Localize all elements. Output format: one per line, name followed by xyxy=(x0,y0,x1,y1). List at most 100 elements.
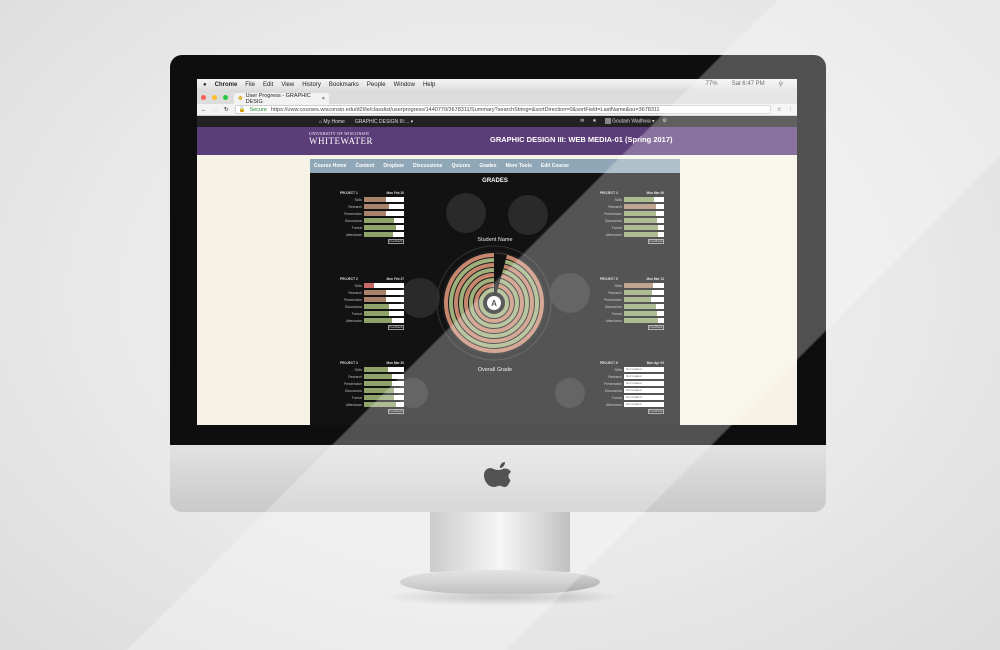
criterion-label: Presentation xyxy=(344,297,362,302)
criterion-label: Skills xyxy=(354,283,362,288)
url-field[interactable]: 🔒 Secure https://uww.courses.wisconsin.e… xyxy=(234,105,771,114)
criterion-row: Skills xyxy=(340,196,404,203)
criterion-row: Presentation xyxy=(600,296,664,303)
menu-edit[interactable]: Edit xyxy=(263,82,273,88)
criterion-label: Format xyxy=(351,225,362,230)
menu-history[interactable]: History xyxy=(302,82,321,88)
favicon-icon: ✽ xyxy=(238,95,243,102)
project-header: PROJECT 5 Mon Mar 13 xyxy=(600,277,664,281)
criterion-row: Research Not Graded xyxy=(600,373,664,380)
menu-chrome[interactable]: Chrome xyxy=(215,82,238,88)
gear-icon[interactable]: ⚙ xyxy=(663,118,667,124)
score-bar xyxy=(624,297,664,302)
user-menu[interactable]: Goutam Wadhwa ▾ xyxy=(604,118,655,125)
project-card: PROJECT 3 Mon Mar 20 Skills Research Present… xyxy=(340,361,404,414)
menu-view[interactable]: View xyxy=(281,82,294,88)
criterion-row: Attendance Not Graded xyxy=(600,401,664,408)
course-selector[interactable]: GRAPHIC DESIGN III:... ▾ xyxy=(355,119,413,125)
project-title: PROJECT 5 xyxy=(600,277,618,281)
menu-window[interactable]: Window xyxy=(394,82,415,88)
clock: Sat 6:47 PM xyxy=(731,81,765,87)
criterion-row: Attendance xyxy=(340,231,404,238)
reload-icon[interactable]: ↻ xyxy=(224,107,229,113)
minimize-window-icon[interactable] xyxy=(212,95,217,100)
course-navbar: Course Home Content Dropbox Discussions … xyxy=(310,159,680,173)
criterion-label: Presentation xyxy=(604,381,622,386)
criterion-row: Discussions xyxy=(340,303,404,310)
url-text: https://uww.courses.wisconsin.edu/d2l/le… xyxy=(270,106,660,113)
nav-quizzes[interactable]: Quizzes xyxy=(451,163,470,169)
menu-people[interactable]: People xyxy=(367,82,386,88)
nav-more-tools[interactable]: More Tools xyxy=(506,163,532,169)
secure-label: Secure xyxy=(249,106,267,113)
score-bar: Not Graded xyxy=(624,402,664,407)
project-header: PROJECT 2 Mon Feb 27 xyxy=(340,277,404,281)
nav-edit-course[interactable]: Edit Course xyxy=(541,163,569,169)
browser-tab[interactable]: ✽ User Progress - GRAPHIC DESIG × xyxy=(234,92,329,105)
zoom-window-icon[interactable] xyxy=(223,95,228,100)
bookmark-star-icon[interactable]: ☆ xyxy=(777,107,782,113)
feedback-button[interactable]: Feedback xyxy=(388,239,404,244)
chrome-menu-icon[interactable]: ⋮ xyxy=(788,107,794,113)
close-tab-icon[interactable]: × xyxy=(322,96,325,102)
score-fill xyxy=(624,211,656,216)
feedback-button[interactable]: Feedback xyxy=(648,325,664,330)
battery-percent: 77% xyxy=(705,81,718,87)
score-fill xyxy=(624,218,657,223)
feedback-button[interactable]: Feedback xyxy=(388,409,404,414)
feedback-button[interactable]: Feedback xyxy=(648,409,664,414)
nav-grades[interactable]: Grades xyxy=(479,163,496,169)
subscription-alerts-icon[interactable]: ★ xyxy=(592,118,596,124)
project-header: PROJECT 6 Mon Apr 03 xyxy=(600,361,664,365)
logo-big-text: WHITEWATER xyxy=(309,136,373,146)
criterion-row: Research xyxy=(340,373,404,380)
score-fill xyxy=(364,402,396,407)
score-bar xyxy=(364,218,404,223)
nav-course-home[interactable]: Course Home xyxy=(314,163,347,169)
score-fill xyxy=(624,297,652,302)
criterion-row: Presentation Not Graded xyxy=(600,380,664,387)
nav-dropbox[interactable]: Dropbox xyxy=(383,163,404,169)
menu-file[interactable]: File xyxy=(245,82,255,88)
criterion-row: Research xyxy=(340,289,404,296)
score-fill xyxy=(364,211,386,216)
feedback-button[interactable]: Feedback xyxy=(648,239,664,244)
project-date: Mon Mar 06 xyxy=(646,191,664,195)
menu-help[interactable]: Help xyxy=(423,82,435,88)
score-bar xyxy=(624,311,664,316)
score-bar xyxy=(364,367,404,372)
close-window-icon[interactable] xyxy=(201,95,206,100)
message-alerts-icon[interactable]: ✉ xyxy=(580,118,584,124)
university-logo[interactable]: UNIVERSITY OF WISCONSIN WHITEWATER xyxy=(309,131,373,146)
score-bar xyxy=(624,283,664,288)
score-fill xyxy=(624,290,652,295)
score-bar xyxy=(364,297,404,302)
score-bar: Not Graded xyxy=(624,381,664,386)
criterion-label: Format xyxy=(611,311,622,316)
lock-icon: 🔒 xyxy=(238,106,246,113)
project-card: PROJECT 5 Mon Mar 13 Skills Research Present… xyxy=(600,277,664,330)
back-icon[interactable]: ← xyxy=(201,107,207,113)
menu-bookmarks[interactable]: Bookmarks xyxy=(329,82,359,88)
tab-title: User Progress - GRAPHIC DESIG xyxy=(245,92,311,105)
apple-menu-icon[interactable]: ● xyxy=(203,82,207,88)
ghost-circle xyxy=(508,195,548,235)
score-fill xyxy=(364,197,386,202)
project-title: PROJECT 2 xyxy=(340,277,358,281)
score-bar xyxy=(364,304,404,309)
not-graded-text: Not Graded xyxy=(626,367,642,371)
nav-content[interactable]: Content xyxy=(356,163,375,169)
forward-icon[interactable]: → xyxy=(213,107,219,113)
score-bar xyxy=(364,204,404,209)
my-home-link[interactable]: ⌂ My Home xyxy=(319,119,345,125)
score-fill xyxy=(364,367,388,372)
criterion-label: Discussions xyxy=(604,218,622,223)
web-page: ⌂ My Home GRAPHIC DESIGN III:... ▾ ✉ ★ G… xyxy=(197,116,797,425)
feedback-button[interactable]: Feedback xyxy=(388,325,404,330)
nav-discussions[interactable]: Discussions xyxy=(413,163,442,169)
criterion-label: Format xyxy=(351,395,362,400)
monitor-foot xyxy=(400,570,600,594)
search-icon[interactable]: ⚲ xyxy=(779,81,783,88)
criterion-label: Skills xyxy=(354,197,362,202)
project-date: Mon Apr 03 xyxy=(646,361,664,365)
